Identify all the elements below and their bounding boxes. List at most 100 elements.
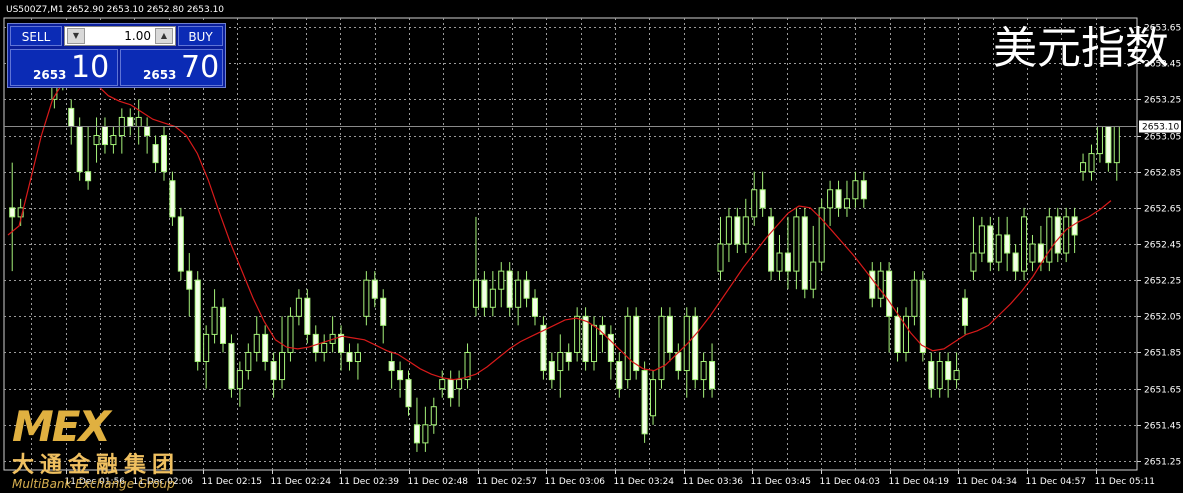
- current-price-label: 2653.10: [1142, 123, 1179, 133]
- candle-body: [144, 125, 151, 137]
- candle-body: [219, 306, 227, 344]
- candle-body: [186, 270, 193, 290]
- candle-body: [211, 306, 218, 335]
- candle-body: [751, 189, 758, 218]
- candle-body: [203, 333, 210, 363]
- candle-body: [961, 297, 969, 326]
- y-tick-label: 2652.65: [1144, 205, 1181, 215]
- candle-body: [194, 279, 201, 363]
- candle-body: [101, 125, 108, 146]
- logo-chinese-name: 大通金融集团: [12, 453, 181, 478]
- candle-body: [346, 351, 353, 363]
- sell-button[interactable]: SELL: [10, 26, 62, 46]
- candle-body: [1105, 125, 1112, 164]
- candle-body: [152, 144, 159, 164]
- candle-body: [818, 207, 825, 263]
- candle-body: [177, 216, 184, 272]
- lot-decrease-button[interactable]: ▼: [67, 28, 85, 44]
- y-tick-label: 2652.85: [1144, 169, 1181, 179]
- candle-body: [93, 135, 100, 146]
- x-tick-label: 11 Dec 02:57: [477, 477, 538, 487]
- x-tick-label: 11 Dec 03:36: [683, 477, 744, 487]
- chart-title: US500Z7,M1 2652.90 2653.10 2652.80 2653.…: [6, 5, 225, 15]
- lot-increase-button[interactable]: ▲: [155, 28, 173, 44]
- candle-body: [1080, 162, 1087, 173]
- candle-body: [675, 351, 682, 372]
- buy-button[interactable]: BUY: [178, 26, 223, 46]
- candle-body: [616, 361, 623, 390]
- x-tick-label: 11 Dec 05:11: [1095, 477, 1156, 487]
- candle-body: [641, 370, 648, 435]
- candle-body: [548, 361, 555, 381]
- candle-body: [354, 351, 361, 363]
- sell-price-prefix: 2653: [33, 68, 67, 82]
- moving-average-line: [7, 71, 1112, 381]
- candle-body: [531, 297, 539, 317]
- sell-quote-button[interactable]: 2653 10: [10, 49, 118, 86]
- candle-body: [700, 361, 707, 381]
- candle-body: [540, 324, 547, 372]
- candle-body: [110, 135, 117, 146]
- candle-body: [894, 315, 901, 353]
- candle-body: [1088, 153, 1095, 173]
- x-tick-label: 11 Dec 03:06: [545, 477, 606, 487]
- candle-body: [869, 270, 876, 299]
- x-tick-label: 11 Dec 04:19: [889, 477, 950, 487]
- candle-body: [270, 361, 277, 381]
- y-tick-label: 2652.45: [1144, 241, 1181, 251]
- candle-body: [911, 279, 918, 317]
- candle-body: [481, 279, 488, 308]
- candle-body: [245, 351, 252, 372]
- candle-body: [776, 252, 783, 272]
- candle-body: [666, 315, 673, 353]
- candle-body: [717, 243, 724, 272]
- candle-body: [835, 189, 842, 209]
- candle-body: [902, 315, 910, 353]
- y-tick-label: 2651.65: [1144, 386, 1181, 396]
- candle-body: [970, 252, 977, 272]
- candle-body: [827, 189, 834, 209]
- candle-body: [995, 234, 1002, 263]
- candle-body: [1054, 216, 1061, 254]
- lot-size-input[interactable]: 1.00: [87, 27, 153, 45]
- candle-body: [85, 171, 92, 182]
- buy-quote-button[interactable]: 2653 70: [120, 49, 223, 86]
- candle-body: [574, 315, 581, 353]
- candle-body: [430, 406, 437, 426]
- candle-body: [886, 270, 893, 317]
- y-tick-label: 2652.05: [1144, 313, 1181, 323]
- one-click-trading-panel: SELL ▼ 1.00 ▲ BUY 2653 10 2653 70: [7, 23, 226, 88]
- candle-body: [515, 279, 522, 308]
- candle-body: [1037, 243, 1044, 263]
- logo-mark: MEX: [12, 402, 111, 451]
- candle-body: [987, 225, 994, 263]
- x-tick-label: 11 Dec 02:24: [271, 477, 332, 487]
- candle-body: [1063, 216, 1070, 254]
- candle-body: [725, 216, 732, 245]
- candle-body: [228, 342, 235, 390]
- candle-body: [709, 361, 716, 390]
- candle-body: [363, 279, 370, 317]
- lot-size-stepper[interactable]: ▼ 1.00 ▲: [64, 26, 176, 46]
- candle-body: [397, 370, 404, 381]
- candle-body: [447, 379, 454, 399]
- candle-body: [388, 361, 395, 372]
- candle-body: [304, 297, 311, 335]
- y-tick-label: 2651.45: [1144, 422, 1181, 432]
- candle-body: [68, 107, 75, 127]
- candle-body: [945, 361, 952, 381]
- candle-body: [236, 370, 243, 390]
- candle-body: [1012, 252, 1019, 272]
- candle-body: [801, 216, 808, 290]
- buy-price-pips: 70: [181, 50, 220, 85]
- logo-english-name: MultiBank Exchange Group: [12, 477, 175, 491]
- x-tick-label: 11 Dec 04:34: [957, 477, 1018, 487]
- candle-body: [405, 379, 412, 408]
- candle-body: [607, 333, 614, 363]
- candle-body: [759, 189, 766, 209]
- y-tick-label: 2651.85: [1144, 349, 1181, 359]
- x-tick-label: 11 Dec 03:24: [614, 477, 675, 487]
- candle-body: [860, 180, 867, 200]
- candle-body: [953, 370, 960, 381]
- candle-body: [928, 361, 935, 390]
